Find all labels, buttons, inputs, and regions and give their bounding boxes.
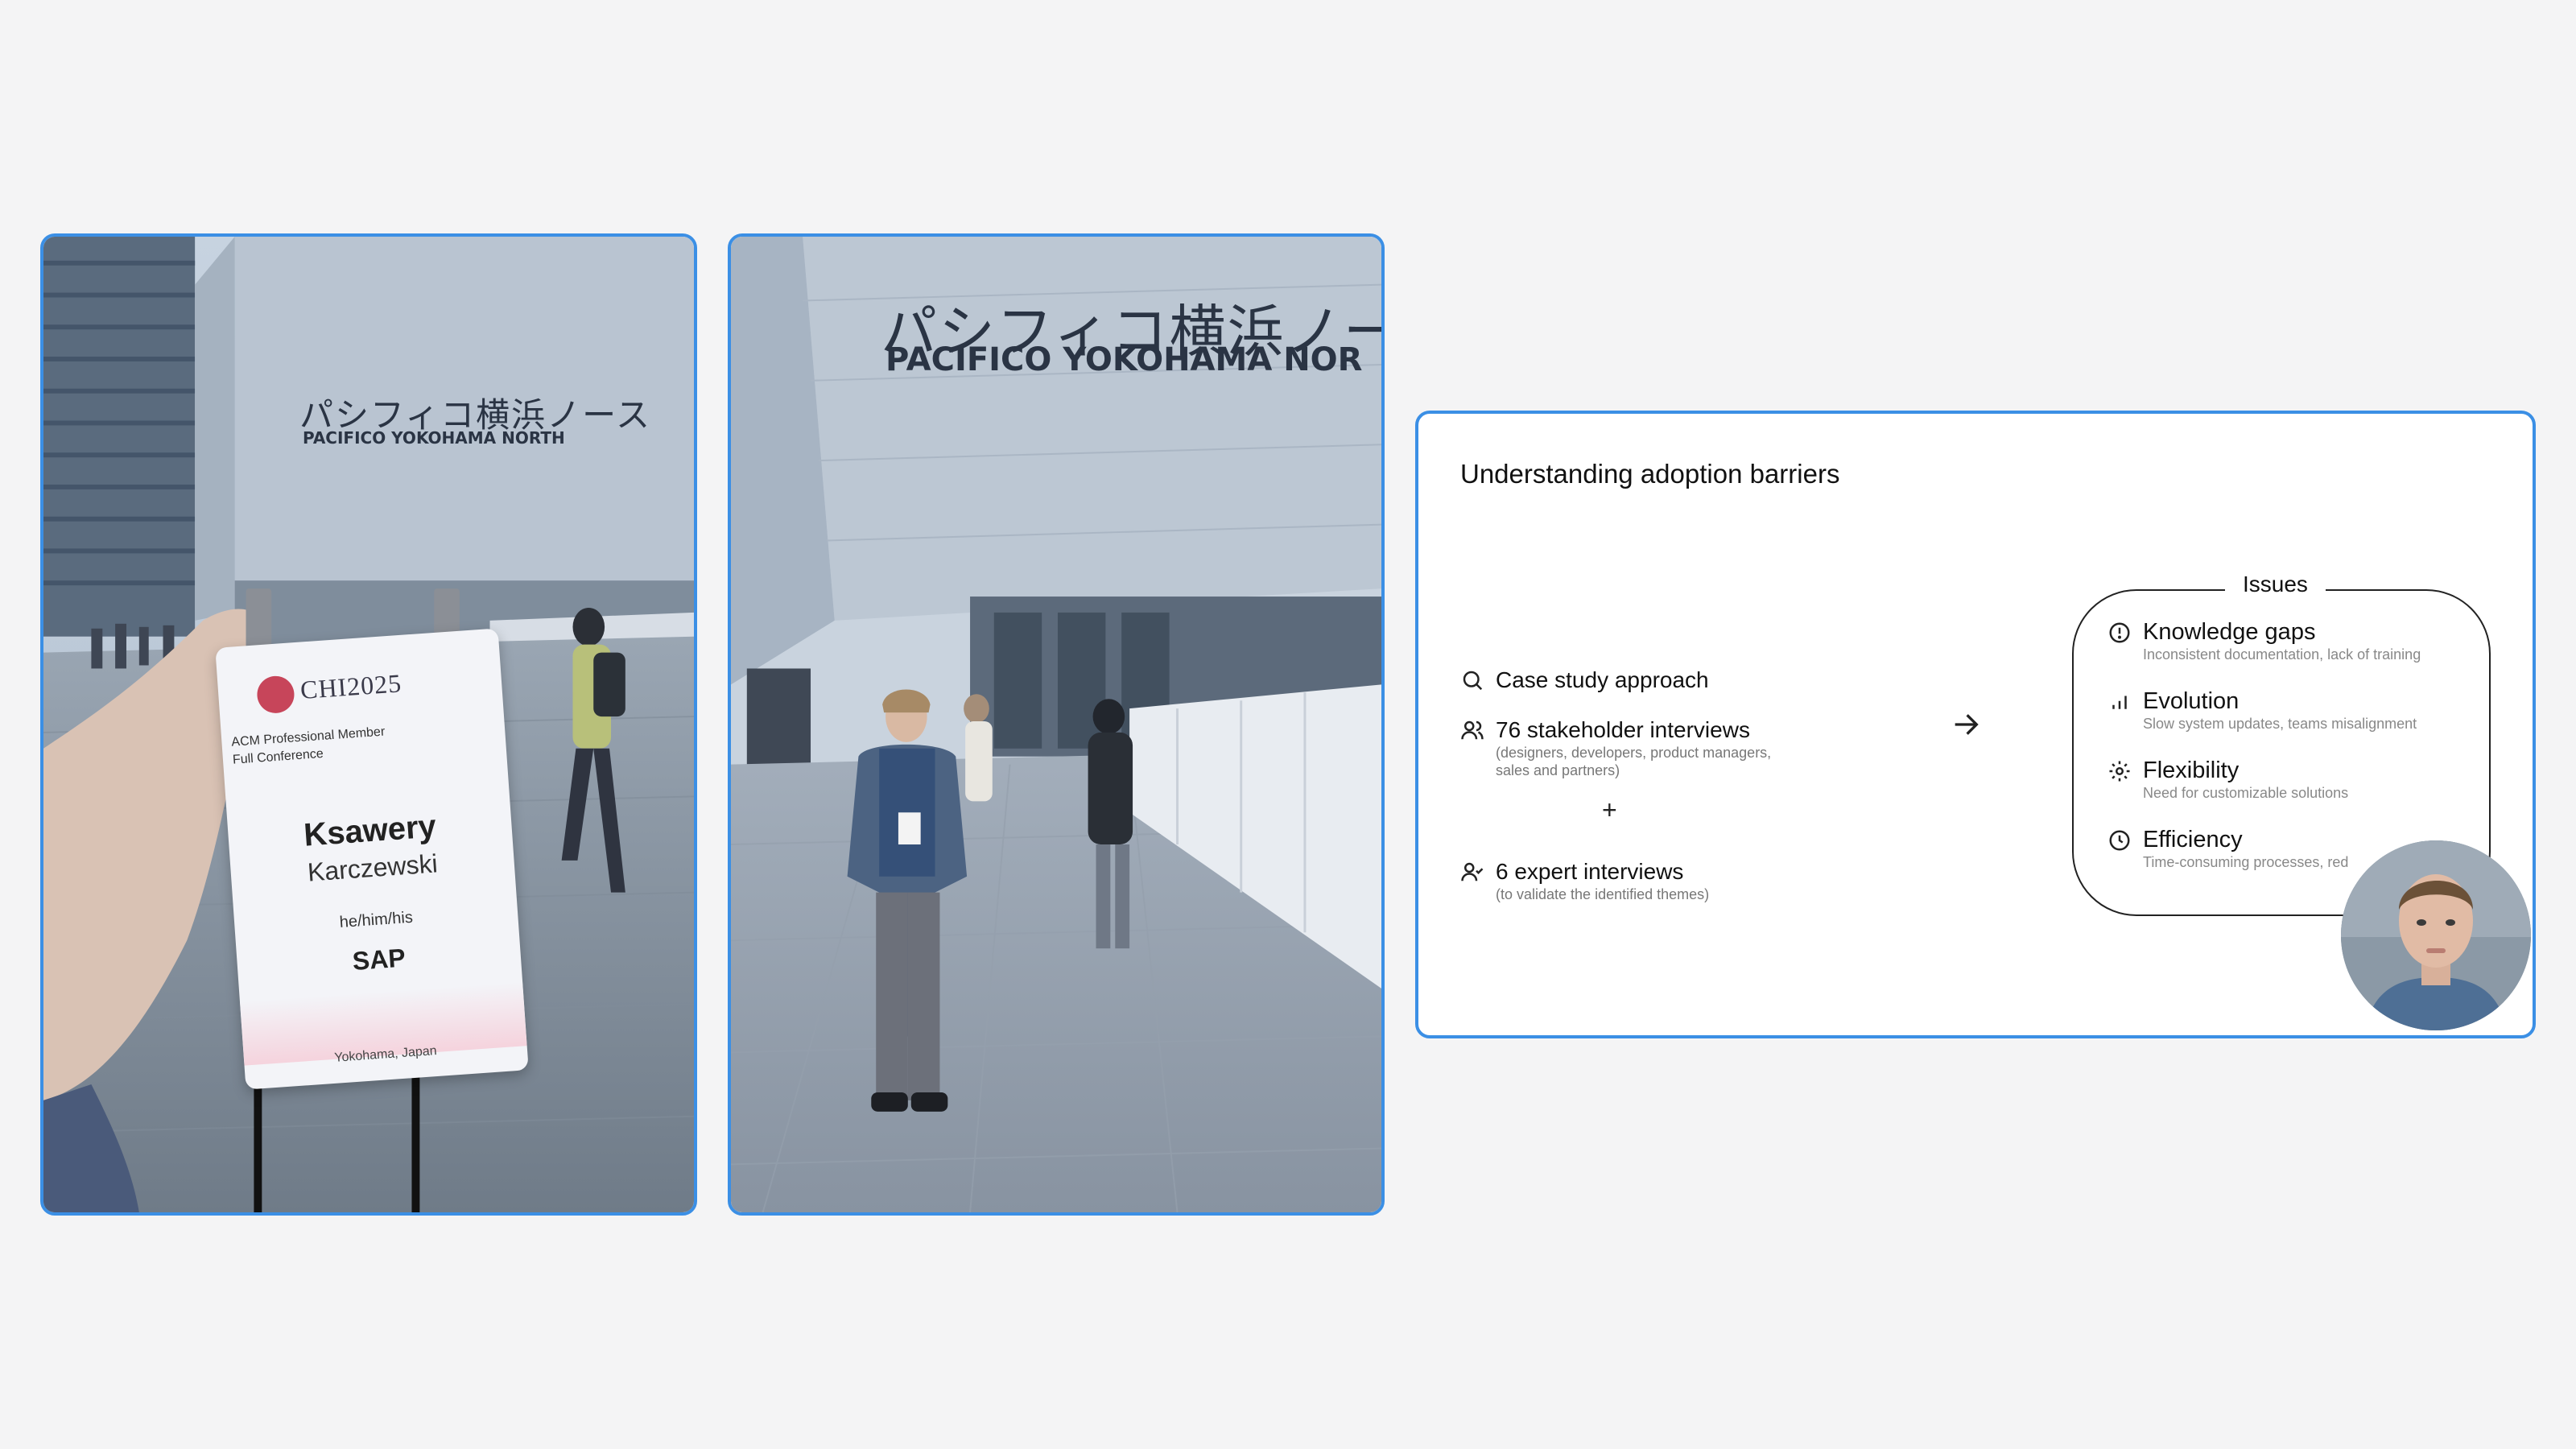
photo-venue[interactable]: パシフィコ横浜ノー PACIFICO YOKOHAMA NOR xyxy=(728,233,1385,1216)
approach-label: Case study approach xyxy=(1496,667,1709,692)
issue-evolution: Evolution Slow system updates, teams mis… xyxy=(2107,687,2417,733)
issue-knowledge-gaps: Knowledge gaps Inconsistent documentatio… xyxy=(2107,618,2421,663)
issue-detail: Slow system updates, teams misalignment xyxy=(2143,716,2417,732)
sign-english: PACIFICO YOKOHAMA NORTH xyxy=(303,428,565,448)
approach-label: 76 stakeholder interviews xyxy=(1496,717,1750,742)
approach-stakeholder-interviews: 76 stakeholder interviews (designers, de… xyxy=(1460,716,1771,779)
issue-label: Evolution xyxy=(2143,688,2240,714)
issues-title: Issues xyxy=(2225,572,2326,597)
search-icon xyxy=(1463,671,1483,691)
issue-label: Flexibility xyxy=(2143,758,2240,783)
user-check-icon xyxy=(1461,862,1484,881)
approach-detail: sales and partners) xyxy=(1496,762,1620,778)
photo-venue-image xyxy=(731,237,1381,1212)
arrow-right-icon xyxy=(1955,714,1979,735)
issue-detail: Need for customizable solutions xyxy=(2143,785,2349,801)
alert-circle-icon xyxy=(2109,622,2130,643)
approach-case-study: Case study approach xyxy=(1460,667,1709,694)
users-icon xyxy=(1461,720,1484,740)
sign-english: PACIFICO YOKOHAMA NOR xyxy=(886,341,1363,378)
badge-logo: CHI2025 xyxy=(255,667,403,715)
speaker-video-avatar[interactable] xyxy=(2341,840,2531,1030)
issue-label: Efficiency xyxy=(2143,827,2243,852)
conference-badge: CHI2025 ACM Professional Member Full Con… xyxy=(215,628,529,1090)
badge-pronouns: he/him/his xyxy=(339,908,414,931)
approach-detail: (designers, developers, product managers… xyxy=(1496,745,1772,761)
cherry-blossom-icon xyxy=(255,675,296,715)
issue-flexibility: Flexibility Need for customizable soluti… xyxy=(2107,757,2348,802)
photo-badge[interactable]: パシフィコ横浜ノース PACIFICO YOKOHAMA NORTH CHI20… xyxy=(40,233,697,1216)
slide-adoption-barriers[interactable]: Understanding adoption barriers Case stu… xyxy=(1415,411,2536,1038)
issue-detail: Inconsistent documentation, lack of trai… xyxy=(2143,646,2421,663)
badge-organization: SAP xyxy=(351,943,407,976)
badge-logo-text: CHI2025 xyxy=(299,668,403,704)
slide-title: Understanding adoption barriers xyxy=(1460,459,1840,489)
issue-detail: Time-consuming processes, red xyxy=(2143,854,2349,870)
issue-label: Knowledge gaps xyxy=(2143,619,2316,645)
issue-efficiency: Efficiency Time-consuming processes, red xyxy=(2107,826,2348,871)
speaker-face-image xyxy=(2341,840,2531,1030)
approach-label: 6 expert interviews xyxy=(1496,859,1684,884)
badge-registration: Full Conference xyxy=(232,746,324,767)
approach-expert-interviews: 6 expert interviews (to validate the ide… xyxy=(1460,858,1709,903)
gear-icon xyxy=(2109,761,2130,782)
clock-icon xyxy=(2109,830,2130,851)
plus-sign: + xyxy=(1602,795,1617,824)
approach-detail: (to validate the identified themes) xyxy=(1496,886,1710,902)
badge-membership: ACM Professional Member xyxy=(230,724,386,749)
bar-chart-icon xyxy=(2112,696,2127,709)
